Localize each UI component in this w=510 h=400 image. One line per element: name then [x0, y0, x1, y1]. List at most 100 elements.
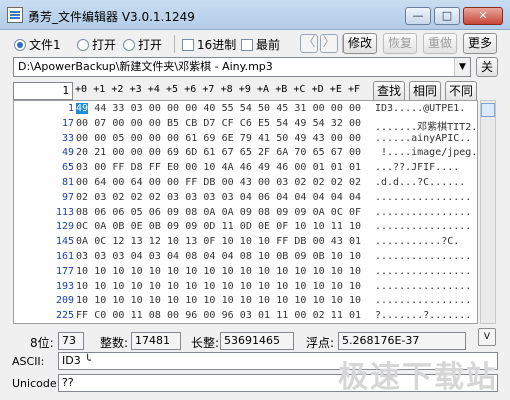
hex-byte[interactable]: 49: [258, 162, 270, 173]
hex-byte[interactable]: 0A: [94, 221, 106, 232]
hex-byte[interactable]: 32: [331, 118, 343, 129]
restore-button[interactable]: 恢复: [383, 33, 417, 54]
hex-byte[interactable]: 0F: [203, 236, 215, 247]
hex-byte[interactable]: 01: [331, 162, 343, 173]
hex-byte[interactable]: 03: [94, 192, 106, 203]
hex-byte[interactable]: 04: [240, 192, 252, 203]
hex-byte[interactable]: 0D: [203, 221, 215, 232]
hex-byte[interactable]: FF: [185, 177, 197, 188]
hex-byte[interactable]: D7: [203, 118, 215, 129]
hex-byte[interactable]: 10: [131, 281, 143, 292]
hex-byte[interactable]: 0A: [222, 207, 234, 218]
hex-byte[interactable]: 10: [203, 266, 215, 277]
hex-byte[interactable]: 12: [112, 236, 124, 247]
hex-byte[interactable]: 10: [203, 281, 215, 292]
hex-byte[interactable]: 10: [203, 295, 215, 306]
hex-byte[interactable]: 0B: [313, 251, 325, 262]
hex-byte[interactable]: 10: [76, 295, 88, 306]
hex-byte[interactable]: 40: [203, 103, 215, 114]
hex-byte[interactable]: 54: [240, 103, 252, 114]
hex-byte[interactable]: 10: [276, 266, 288, 277]
prev-arrow-button[interactable]: 〈: [300, 34, 318, 53]
hex-byte[interactable]: 0E: [258, 221, 270, 232]
hex-row-ascii[interactable]: ................: [375, 207, 471, 218]
hex-byte[interactable]: 10: [258, 236, 270, 247]
hex-byte[interactable]: 49: [294, 118, 306, 129]
hex-byte[interactable]: 65: [240, 147, 252, 158]
scrollbar-thumb[interactable]: [481, 103, 495, 117]
hex-byte[interactable]: 10: [222, 236, 234, 247]
hex-byte[interactable]: 03: [185, 192, 197, 203]
hex-byte[interactable]: 10: [185, 266, 197, 277]
hex-byte[interactable]: 10: [149, 266, 161, 277]
hex-byte[interactable]: 03: [149, 251, 161, 262]
hex-byte[interactable]: 10: [222, 281, 234, 292]
hex-byte[interactable]: 11: [276, 310, 288, 321]
hex-byte[interactable]: B5: [167, 118, 179, 129]
hex-byte[interactable]: 54: [276, 118, 288, 129]
more-button[interactable]: 更多: [463, 33, 497, 54]
hex-byte[interactable]: 10: [313, 281, 325, 292]
hex-byte[interactable]: 10: [149, 295, 161, 306]
hex-byte[interactable]: 4A: [222, 162, 234, 173]
hex-row-ascii[interactable]: !....image/jpeg.: [375, 147, 477, 158]
vertical-scrollbar[interactable]: [480, 100, 496, 324]
hex-byte[interactable]: 00: [131, 118, 143, 129]
hex-byte[interactable]: 50: [258, 103, 270, 114]
hex-byte[interactable]: 0C: [76, 221, 88, 232]
minimize-button[interactable]: —: [405, 7, 431, 25]
hex-byte[interactable]: 10: [94, 295, 106, 306]
hex-byte[interactable]: 06: [94, 207, 106, 218]
hex-byte[interactable]: 43: [313, 133, 325, 144]
hex-byte[interactable]: 00: [76, 133, 88, 144]
hex-byte[interactable]: 10: [167, 281, 179, 292]
hex-byte[interactable]: 6D: [185, 147, 197, 158]
hex-byte[interactable]: DB: [294, 236, 306, 247]
hex-byte[interactable]: 08: [76, 207, 88, 218]
hex-byte[interactable]: 12: [149, 236, 161, 247]
hex-byte[interactable]: 10: [276, 281, 288, 292]
hex-byte[interactable]: 10: [258, 266, 270, 277]
topmost-checkbox[interactable]: 最前: [241, 36, 280, 53]
hex-byte[interactable]: 10: [222, 295, 234, 306]
hex-byte[interactable]: 6E: [222, 133, 234, 144]
diff-button[interactable]: 不同: [445, 81, 477, 102]
hex-byte[interactable]: 04: [222, 251, 234, 262]
hex-byte[interactable]: 10: [258, 251, 270, 262]
hex-byte[interactable]: 00: [167, 177, 179, 188]
hex-byte[interactable]: 04: [203, 251, 215, 262]
float-field[interactable]: 5.268176E-37: [338, 332, 466, 350]
hex-byte[interactable]: 02: [313, 310, 325, 321]
hex-byte[interactable]: 00: [131, 147, 143, 158]
hex-byte[interactable]: 61: [185, 133, 197, 144]
hex-row-ascii[interactable]: ................: [375, 295, 471, 306]
hex-byte[interactable]: 04: [276, 192, 288, 203]
hex-byte[interactable]: 64: [131, 177, 143, 188]
hex-byte[interactable]: 46: [240, 162, 252, 173]
hex-byte[interactable]: 10: [331, 251, 343, 262]
hex-byte[interactable]: 10: [203, 162, 215, 173]
hex-byte[interactable]: 01: [349, 236, 361, 247]
hex-byte[interactable]: 0A: [76, 236, 88, 247]
long-field[interactable]: 53691465: [220, 332, 294, 350]
hex-byte[interactable]: 10: [94, 281, 106, 292]
file-path-combobox[interactable]: D:\ApowerBackup\新建文件夹\邓紫棋 - Ainy.mp3 ▼: [13, 57, 471, 77]
hex-byte[interactable]: 0D: [240, 221, 252, 232]
hex-byte[interactable]: 09: [240, 207, 252, 218]
hex-byte[interactable]: 02: [349, 177, 361, 188]
hex-byte[interactable]: 0F: [349, 207, 361, 218]
close-button[interactable]: ✕: [463, 7, 503, 25]
hex-byte[interactable]: 0A: [313, 207, 325, 218]
hex-byte[interactable]: 44: [94, 103, 106, 114]
hex-byte[interactable]: 00: [222, 177, 234, 188]
int-field[interactable]: 17481: [131, 332, 181, 350]
hex-byte[interactable]: 65: [313, 147, 325, 158]
hex-byte[interactable]: 20: [76, 147, 88, 158]
hex-byte[interactable]: 10: [258, 295, 270, 306]
hex-byte[interactable]: 10: [294, 295, 306, 306]
hex-byte[interactable]: 10: [94, 266, 106, 277]
hex-byte[interactable]: 00: [149, 147, 161, 158]
hex-byte[interactable]: 10: [131, 295, 143, 306]
hex-byte[interactable]: 10: [349, 251, 361, 262]
hex-byte[interactable]: 49: [76, 103, 89, 114]
